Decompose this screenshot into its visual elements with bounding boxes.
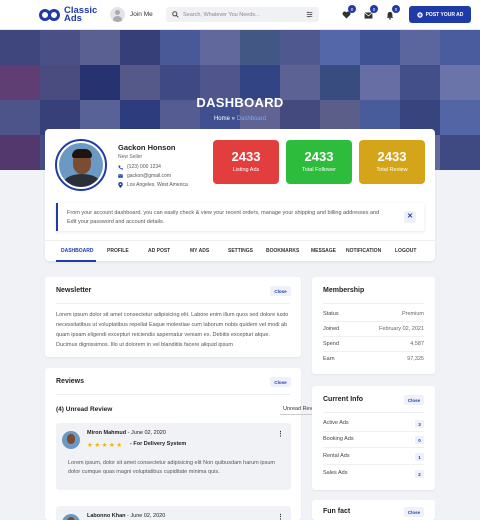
post-your-ad-label: POST YOUR AD — [425, 11, 464, 18]
tab-ad-post[interactable]: AD POST — [148, 248, 170, 254]
breadcrumb-separator: » — [231, 116, 235, 122]
search-bar[interactable]: Search, Whatever You Needs... — [166, 7, 319, 22]
active-tab-indicator — [56, 260, 96, 262]
review-date: June 02, 2020 — [130, 513, 166, 519]
account-notice: From your account dashboard. you can eas… — [56, 203, 424, 231]
join-me-link[interactable]: Join Me — [110, 7, 153, 22]
reviews-title: Reviews — [56, 378, 85, 385]
top-header: Classic Ads Join Me Search, Whatever You… — [0, 0, 480, 30]
more-options-icon[interactable]: ⋮ — [277, 430, 284, 438]
newsletter-text: Lorem ipsum dolor sit amet consectetur a… — [56, 312, 289, 348]
page-title: DASHBOARD — [196, 95, 284, 110]
newsletter-close-button[interactable]: Close — [270, 286, 291, 296]
current-info-title: Current Info — [323, 396, 364, 403]
current-info-close-button[interactable]: Close — [404, 395, 424, 405]
phone-icon — [118, 165, 123, 170]
profile-phone: (123) 000 1234 — [118, 164, 161, 170]
fun-fact-title: Fun fact — [323, 508, 351, 515]
tab-dashboard[interactable]: DASHBOARD — [61, 248, 94, 254]
profile-role: New Seller — [118, 154, 143, 160]
unread-review-heading: (4) Unread Review — [56, 406, 113, 413]
stat-total-follower[interactable]: 2433 Total Follower — [286, 140, 352, 184]
stat-total-review[interactable]: 2433 Total Review — [359, 140, 425, 184]
membership-row-spend: Spend 4,587 — [323, 341, 424, 347]
filter-icon[interactable] — [306, 11, 313, 18]
tab-bookmarks[interactable]: BOOKMARKS — [266, 248, 299, 254]
rating-stars-icon: ★★★★★ — [87, 442, 124, 449]
profile-location: Los Angeles, West America — [118, 182, 188, 188]
breadcrumb: Home » Dashboard — [0, 116, 480, 122]
current-info-card: Current Info Close Active Ads 3 Booking … — [312, 386, 435, 490]
profile-photo[interactable] — [55, 139, 107, 191]
fun-fact-close-button[interactable]: Close — [404, 507, 424, 517]
tab-logout[interactable]: LOGOUT — [395, 248, 416, 254]
plus-circle-icon — [416, 11, 423, 18]
reviewer-avatar[interactable] — [62, 514, 80, 520]
reviewer-name[interactable]: Labonno Khan — [87, 513, 126, 519]
profile-email: gackon@gmail.com — [118, 173, 171, 179]
profile-card: Gackon Honson New Seller (123) 000 1234 … — [45, 129, 435, 262]
messages-button[interactable]: 0 — [362, 5, 378, 21]
breadcrumb-home[interactable]: Home — [214, 116, 230, 122]
membership-row-earn: Earn 97,325 — [323, 356, 424, 362]
review-item: Miron Mahmud - June 02, 2020 ★★★★★ - For… — [56, 423, 291, 490]
map-pin-icon — [118, 182, 123, 188]
info-row-active-ads[interactable]: Active Ads 3 — [323, 420, 424, 428]
post-your-ad-button[interactable]: POST YOUR AD — [409, 6, 471, 23]
notifications-count: 0 — [392, 5, 400, 13]
logo-icon — [39, 8, 61, 22]
tab-my-ads[interactable]: MY ADS — [190, 248, 209, 254]
dashboard-tabs: DASHBOARD PROFILE AD POST MY ADS SETTING… — [45, 240, 435, 262]
membership-card: Membership Status Premium Joined Februar… — [312, 277, 435, 374]
membership-title: Membership — [323, 287, 365, 294]
notice-text: From your account dashboard. you can eas… — [67, 210, 380, 225]
tab-notification[interactable]: NOTIFICATION — [346, 248, 381, 254]
site-logo[interactable]: Classic Ads — [39, 6, 97, 24]
info-row-sales-ads[interactable]: Sales Ads 2 — [323, 470, 424, 478]
tab-message[interactable]: MESSAGE — [311, 248, 336, 254]
reviews-close-button[interactable]: Close — [270, 377, 291, 387]
info-row-rental-ads[interactable]: Rental Ads 1 — [323, 453, 424, 461]
profile-name: Gackon Honson — [118, 143, 176, 152]
more-options-icon[interactable]: ⋮ — [277, 513, 284, 520]
review-item: Labonno Khan - June 02, 2020 ⋮ — [56, 506, 291, 520]
membership-row-joined: Joined February 02, 2021 — [323, 326, 424, 332]
membership-row-status: Status Premium — [323, 311, 424, 317]
breadcrumb-current: Dashboard — [236, 116, 267, 122]
notice-close-button[interactable]: ✕ — [404, 211, 416, 223]
envelope-icon — [118, 174, 123, 178]
search-icon — [172, 11, 179, 18]
fun-fact-card: Fun fact Close — [312, 500, 435, 520]
reviewer-name[interactable]: Miron Mahmud — [87, 430, 126, 436]
newsletter-title: Newsletter — [56, 287, 92, 294]
reviews-card: Reviews Close (4) Unread Review Unread R… — [45, 368, 335, 520]
tab-profile[interactable]: PROFILE — [107, 248, 129, 254]
search-input[interactable]: Search, Whatever You Needs... — [183, 12, 302, 18]
join-me-label: Join Me — [130, 11, 153, 18]
envelope-icon — [363, 11, 373, 19]
info-row-booking-ads[interactable]: Booking Ads 0 — [323, 436, 424, 444]
close-icon: ✕ — [407, 212, 413, 220]
user-avatar-icon — [110, 7, 125, 22]
favorites-button[interactable]: 0 — [340, 5, 356, 21]
stat-listing-ads[interactable]: 2433 Listing Ads — [213, 140, 279, 184]
review-text: Lorem ipsum, dolor sit amet consectetur … — [68, 460, 275, 475]
logo-text-ads: Ads — [64, 13, 82, 24]
notifications-button[interactable]: 0 — [384, 5, 400, 21]
messages-count: 0 — [370, 5, 378, 13]
reviewer-avatar[interactable] — [62, 431, 80, 449]
review-subject: - For Delivery System — [130, 441, 187, 447]
favorites-count: 0 — [348, 5, 356, 13]
tab-settings[interactable]: SETTINGS — [228, 248, 253, 254]
newsletter-card: Newsletter Close Lorem ipsum dolor sit a… — [45, 277, 301, 357]
review-date: June 02, 2020 — [131, 430, 166, 436]
